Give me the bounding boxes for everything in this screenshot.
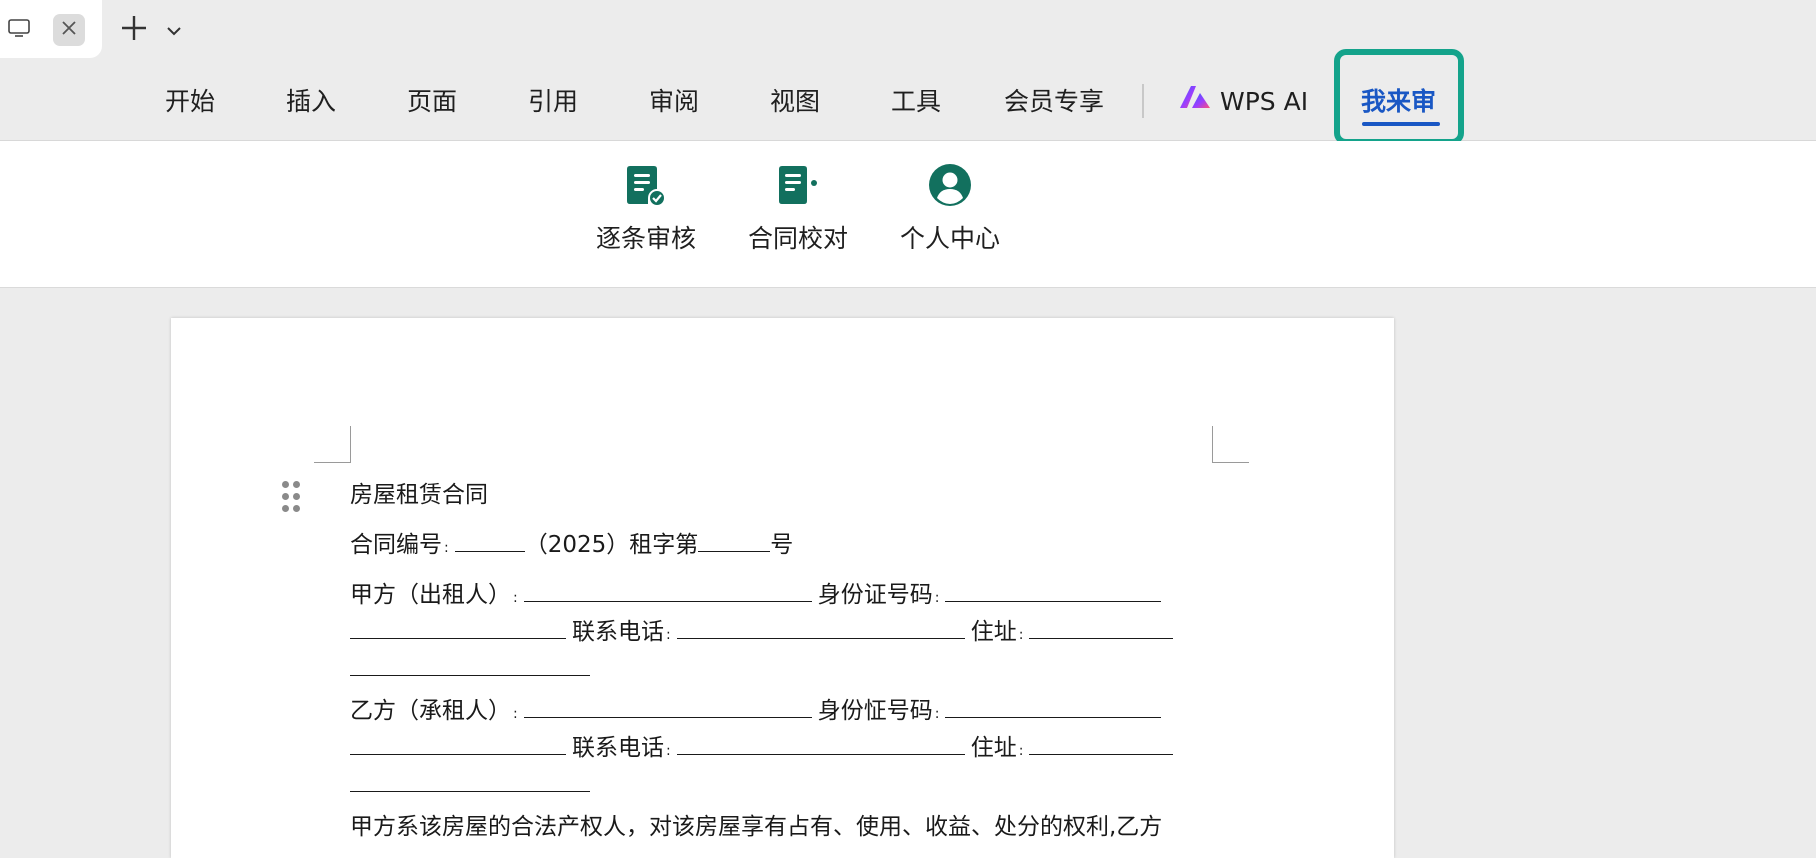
document-page[interactable]: 房屋租赁合同 合同编号: （2025）租字第号 甲方（出租人）: 身份证号码: 联系…: [171, 318, 1394, 858]
menu-start[interactable]: 开始: [165, 82, 215, 122]
personal-center-button[interactable]: 个人中心: [890, 163, 1010, 263]
document-title: 房屋租赁合同: [350, 482, 488, 508]
menu-member[interactable]: 会员专享: [1004, 82, 1104, 122]
tab-list-button[interactable]: [162, 18, 186, 42]
document-compare-icon: [776, 163, 820, 207]
menu-tools[interactable]: 工具: [891, 82, 941, 122]
ribbon-toolbar: 逐条审核 合同校对 个人中心: [0, 141, 1816, 288]
user-circle-icon: [928, 163, 972, 207]
blank-field[interactable]: [454, 529, 525, 552]
tab-strip: [0, 0, 1816, 62]
party-a-paragraph: 甲方（出租人）: 身份证号码: 联系电话: 住址:: [350, 578, 1230, 694]
blank-field[interactable]: [1029, 616, 1174, 639]
contract-proofread-button[interactable]: 合同校对: [738, 163, 858, 263]
ribbon-menu-bar: 开始 插入 页面 引用 审阅 视图 工具 会员专享 WPS AI 我来审: [0, 49, 1816, 145]
window-icon: [8, 19, 30, 37]
menu-reference[interactable]: 引用: [528, 82, 578, 122]
item-review-button[interactable]: 逐条审核: [586, 163, 706, 263]
blank-field[interactable]: [676, 732, 965, 755]
drag-handle-icon[interactable]: [282, 481, 302, 513]
menu-review[interactable]: 审阅: [649, 82, 699, 122]
margin-corner-top-left: [314, 426, 351, 463]
blank-field[interactable]: [523, 695, 812, 718]
chevron-down-icon: [166, 21, 182, 40]
item-review-label: 逐条审核: [595, 224, 696, 253]
menu-divider: [1142, 84, 1144, 118]
contract-proofread-label: 合同校对: [747, 224, 848, 253]
body-paragraph: 甲方系该房屋的合法产权人，对该房屋享有占有、使用、收益、处分的权利,乙方: [350, 814, 1163, 840]
margin-corner-top-right: [1212, 426, 1249, 463]
blank-field[interactable]: [350, 769, 590, 792]
blank-field[interactable]: [350, 616, 566, 639]
blank-field[interactable]: [523, 579, 812, 602]
menu-view[interactable]: 视图: [770, 82, 820, 122]
menu-insert[interactable]: 插入: [286, 82, 336, 122]
blank-field[interactable]: [698, 529, 771, 552]
menu-wps-ai[interactable]: WPS AI: [1178, 82, 1308, 122]
party-b-paragraph: 乙方（承租人）: 身份怔号码: 联系电话: 住址:: [350, 694, 1230, 810]
document-check-icon: [624, 163, 668, 207]
wps-ai-label: WPS AI: [1220, 87, 1309, 116]
blank-field[interactable]: [350, 732, 566, 755]
contract-number-line: 合同编号: （2025）租字第号: [350, 528, 1230, 578]
menu-page[interactable]: 页面: [407, 82, 457, 122]
blank-field[interactable]: [1029, 732, 1174, 755]
blank-field[interactable]: [676, 616, 965, 639]
personal-center-label: 个人中心: [899, 224, 1000, 253]
blank-field[interactable]: [945, 579, 1162, 602]
menu-review-ai[interactable]: 我来审: [1361, 82, 1436, 122]
active-tab-underline: [1362, 122, 1440, 126]
close-icon: [61, 20, 77, 40]
new-tab-button[interactable]: [118, 14, 150, 46]
blank-field[interactable]: [350, 653, 590, 676]
wps-ai-logo-icon: [1178, 82, 1212, 122]
plus-icon: [121, 15, 147, 45]
document-body[interactable]: 房屋租赁合同 合同编号: （2025）租字第号 甲方（出租人）: 身份证号码: 联系…: [350, 478, 1230, 844]
close-tab-button[interactable]: [53, 14, 85, 46]
blank-field[interactable]: [945, 695, 1162, 718]
